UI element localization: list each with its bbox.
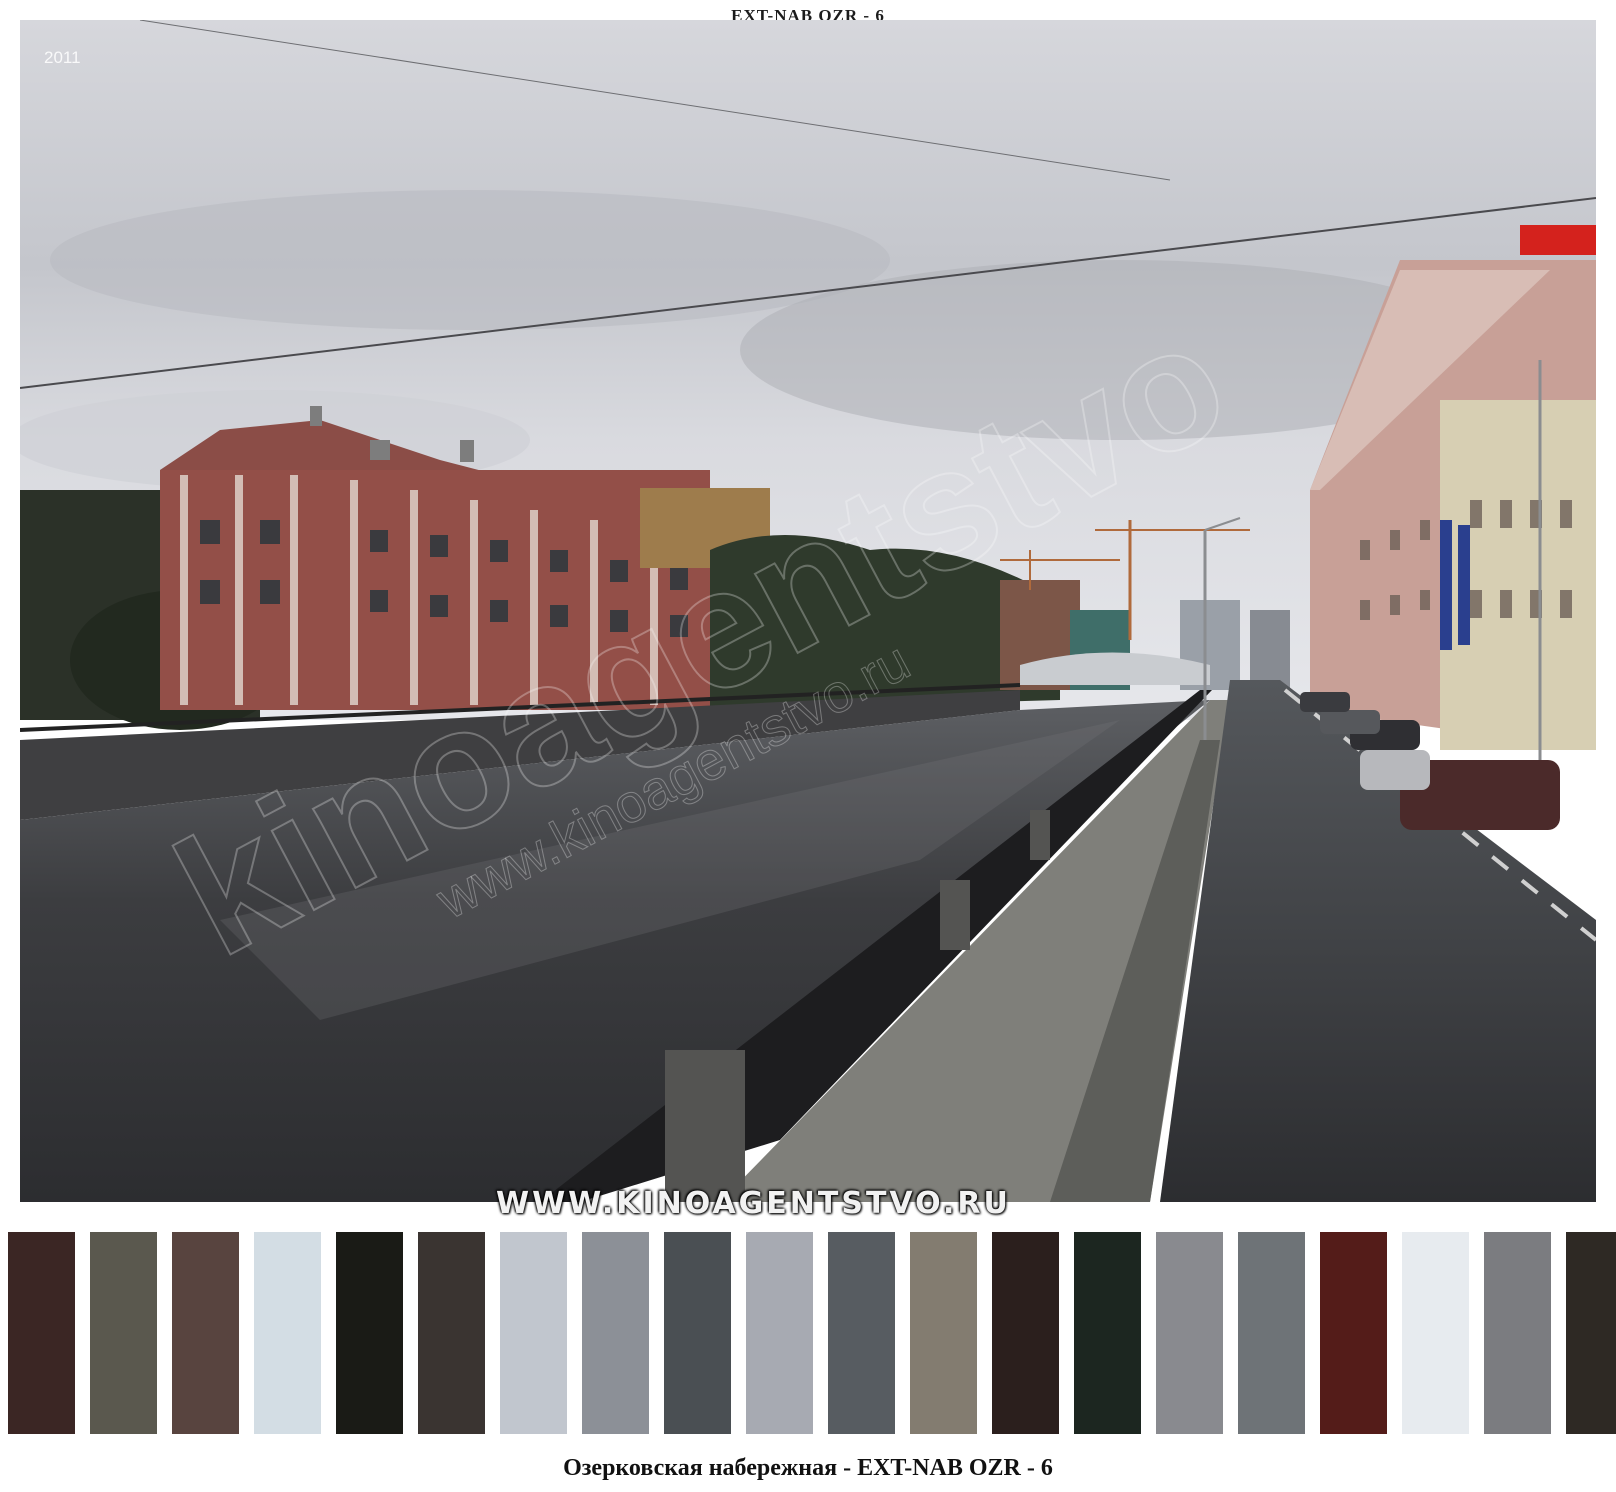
color-swatch [8, 1232, 75, 1434]
color-swatch [418, 1232, 485, 1434]
color-swatch [992, 1232, 1059, 1434]
color-palette [8, 1232, 1616, 1434]
color-swatch [746, 1232, 813, 1434]
color-swatch [500, 1232, 567, 1434]
color-swatch [582, 1232, 649, 1434]
color-swatch [828, 1232, 895, 1434]
color-swatch [1156, 1232, 1223, 1434]
color-swatch [910, 1232, 977, 1434]
color-swatch [1402, 1232, 1469, 1434]
website-watermark: WWW.KINOAGENTSTVO.RU [496, 1186, 1011, 1221]
color-swatch [336, 1232, 403, 1434]
color-swatch [1074, 1232, 1141, 1434]
color-swatch [172, 1232, 239, 1434]
color-swatch [1484, 1232, 1551, 1434]
year-stamp: 2011 [44, 48, 81, 67]
color-swatch [1238, 1232, 1305, 1434]
color-swatch [664, 1232, 731, 1434]
caption: Озерковская набережная - EXT-NAB OZR - 6 [563, 1455, 1053, 1481]
color-swatch [254, 1232, 321, 1434]
color-swatch [1566, 1232, 1616, 1434]
color-swatch [1320, 1232, 1387, 1434]
embankment-photo: kinoagentstvo www.kinoagentstvo.ru 2011 [20, 20, 1596, 1202]
color-swatch [90, 1232, 157, 1434]
